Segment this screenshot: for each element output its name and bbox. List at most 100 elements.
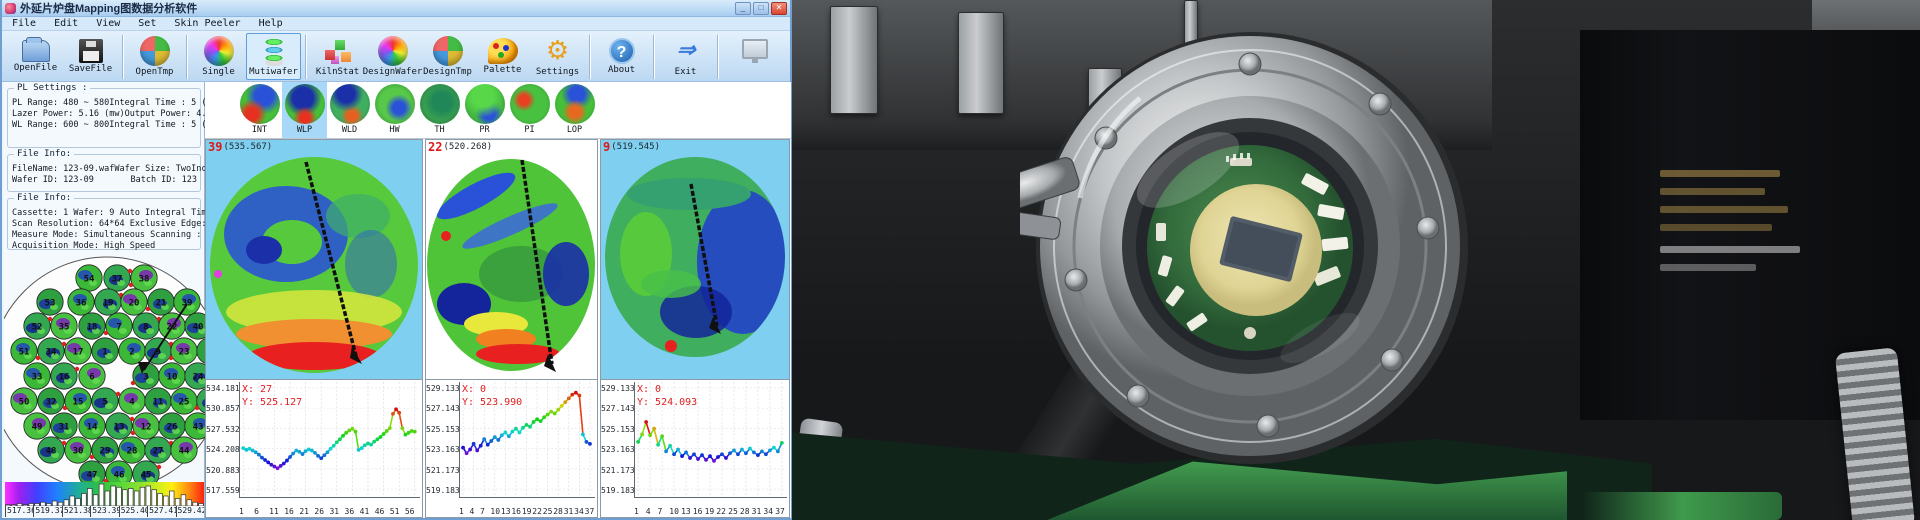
thumb-pi[interactable]: PI [507,82,552,138]
chart-data-point [507,434,511,438]
kiln-wafer[interactable]: 33 [24,363,50,389]
menu-help[interactable]: Help [259,18,283,29]
openfile-button[interactable]: OpenFile [8,33,63,80]
chart-data-point [475,449,479,453]
kiln-wafer[interactable]: 26 [159,413,185,439]
kiln-wafer[interactable]: 14 [79,413,105,439]
kiln-wafer[interactable]: 50 [11,388,37,414]
chart-data-point [563,400,567,404]
minimize-button[interactable]: _ [735,2,751,15]
menu-skin-peeler[interactable]: Skin Peeler [174,18,240,29]
settings-gear-icon: ⚙ [543,36,573,66]
x-tick-label: 31 [329,507,344,517]
panel2-chart[interactable]: X: 0 Y: 523.990 529.133527.143525.153523… [426,379,597,517]
chart-data-point [316,454,320,458]
chart-data-point [546,413,550,417]
histogram-bar [111,486,116,506]
chart-data-point [310,449,314,453]
kiln-wafer[interactable]: 39 [174,289,200,315]
thumb-hw[interactable]: HW [372,82,417,138]
chart-data-point [542,415,546,419]
kilnstat-button[interactable]: KilnStat [310,33,365,80]
about-button[interactable]: ?About [594,33,649,80]
designwafer-button[interactable]: DesignWafer [365,33,420,80]
kiln-wafer[interactable]: 25 [171,388,197,414]
thumb-lop[interactable]: LOP [552,82,597,138]
chart-data-point [461,446,465,450]
thumb-int[interactable]: INT [237,82,282,138]
mutiwafer-button[interactable]: Mutiwafer [246,33,301,80]
designtmp-button[interactable]: DesignTmp [420,33,475,80]
kiln-wafer-number: 11 [153,398,164,408]
kiln-wafer-number: 17 [73,348,84,358]
panel3-chart[interactable]: X: 0 Y: 524.093 529.133527.143525.153523… [601,379,789,517]
panel3-wafer-map[interactable] [601,154,789,381]
chart-data-point [503,431,507,435]
kiln-wafer[interactable]: 17 [65,338,91,364]
close-button[interactable]: ✕ [771,2,787,15]
palette-button[interactable]: Palette [475,33,530,80]
kiln-wafer[interactable]: 28 [119,437,145,463]
kiln-wafer[interactable]: 53 [37,289,63,315]
settings-button[interactable]: ⚙Settings [530,33,585,80]
monitor-icon[interactable] [742,39,768,59]
wafer-id: Wafer ID: 123-09 [12,175,94,186]
kiln-wafer[interactable]: 44 [171,437,197,463]
panel1-header: 39 (535.567) [206,140,422,154]
kiln-wafer[interactable]: 4 [119,388,145,414]
panel2-wafer-map[interactable] [426,154,597,381]
menu-edit[interactable]: Edit [54,18,78,29]
chart-data-point [668,444,672,448]
thumb-pr[interactable]: PR [462,82,507,138]
kiln-wafer-number: 33 [32,373,43,383]
x-tick-label: 25 [543,507,553,517]
chart-data-point [400,426,404,430]
kiln-wafer[interactable]: 2 [119,338,145,364]
chart-data-point [588,442,592,446]
x-tick-label: 11 [269,507,284,517]
kiln-wafer[interactable]: 30 [65,437,91,463]
kiln-wafer[interactable]: 11 [145,388,171,414]
chart-data-point [644,420,648,424]
kiln-wafer-layout[interactable]: 5437385336192021395235187822405134171292… [4,252,205,492]
thumb-th[interactable]: TH [417,82,462,138]
menu-set[interactable]: Set [138,18,156,29]
y-tick-label: 525.153 [601,425,632,434]
x-tick-label: 1 [634,507,646,517]
menu-view[interactable]: View [96,18,120,29]
exit-button[interactable]: ⇒Exit [658,33,713,80]
kiln-wafer[interactable]: 6 [79,363,105,389]
kiln-wafer[interactable]: 54 [76,265,102,291]
thumb-wlp-selected[interactable]: WLP [282,82,327,138]
y-tick-label: 520.883 [206,466,237,475]
chart-data-point [465,451,469,455]
single-button[interactable]: Single [191,33,246,80]
title-bar[interactable]: 外延片炉盘Mapping图数据分析软件 _ □ ✕ [2,0,790,17]
machine-edge-highlight [1582,492,1782,520]
kiln-wafer[interactable]: 1 [92,338,118,364]
kiln-wafer-number: 24 [193,373,204,383]
kiln-wafer-number: 2 [129,348,134,358]
kiln-wafer[interactable]: 32 [38,388,64,414]
x-tick-label: 19 [705,507,717,517]
kiln-wafer[interactable]: 49 [24,413,50,439]
opentmp-button[interactable]: OpenTmp [127,33,182,80]
kiln-wafer-number: 43 [193,423,204,433]
menu-file[interactable]: File [12,18,36,29]
kiln-wafer[interactable]: 31 [51,413,77,439]
thumb-wld[interactable]: WLD [327,82,372,138]
panel1-chart[interactable]: X: 27 Y: 525.127 534.181530.857527.53252… [206,379,422,517]
kiln-wafer[interactable]: 36 [68,289,94,315]
kiln-wafer[interactable]: 18 [79,313,105,339]
chart-data-point [344,431,348,435]
kiln-wafer[interactable]: 10 [159,363,185,389]
kiln-wafer-number: 54 [84,275,95,285]
maximize-button[interactable]: □ [753,2,769,15]
kiln-wafer[interactable]: 20 [121,289,147,315]
kiln-wafer[interactable]: 51 [11,338,37,364]
savefile-button[interactable]: SaveFile [63,33,118,80]
colorbar-histogram [5,482,204,506]
chart-data-point [521,426,525,430]
panel1-wafer-map[interactable] [206,154,422,381]
kiln-wafer[interactable]: 35 [51,313,77,339]
